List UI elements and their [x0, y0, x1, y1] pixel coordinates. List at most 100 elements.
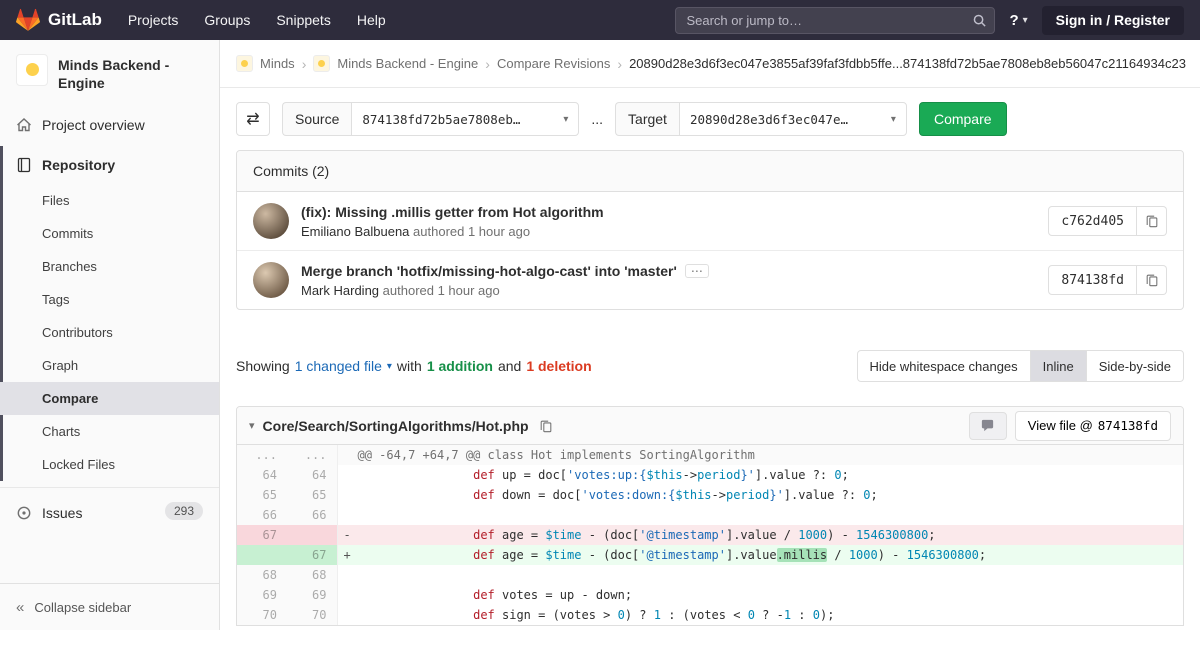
collapse-label: Collapse sidebar [34, 599, 132, 615]
code-token: def [473, 548, 495, 562]
commit-title-link[interactable]: Merge branch 'hotfix/missing-hot-algo-ca… [301, 263, 677, 279]
breadcrumb-group-link[interactable]: Minds [260, 56, 295, 71]
breadcrumb-project-link[interactable]: Minds Backend - Engine [337, 56, 478, 71]
search-icon[interactable] [972, 13, 987, 28]
old-line-number[interactable]: 66 [237, 505, 287, 525]
collapse-file-caret-icon[interactable]: ▾ [249, 419, 255, 432]
commit-author-avatar[interactable] [253, 262, 289, 298]
commit-row: (fix): Missing .millis getter from Hot a… [237, 192, 1183, 250]
compare-button[interactable]: Compare [918, 102, 1007, 136]
copy-sha-button[interactable] [1137, 265, 1167, 295]
code-token: .millis [776, 548, 828, 562]
new-line-number[interactable]: 65 [287, 485, 338, 505]
source-dropdown[interactable]: 874138fd72b5ae7808eb… ▾ [351, 102, 580, 136]
help-dropdown[interactable]: ? ▾ [1009, 12, 1027, 29]
copy-sha-button[interactable] [1137, 206, 1167, 236]
commit-author-link[interactable]: Mark Harding [301, 283, 379, 298]
hide-whitespace-button[interactable]: Hide whitespace changes [856, 350, 1031, 382]
old-line-number[interactable]: 70 [237, 605, 287, 625]
sidebar-item-contributors[interactable]: Contributors [0, 316, 219, 349]
changed-files-dropdown[interactable]: 1 changed file [295, 358, 382, 374]
sign-in-button[interactable]: Sign in / Register [1041, 5, 1184, 35]
gitlab-home-link[interactable]: GitLab [16, 8, 102, 32]
new-line-number[interactable] [287, 525, 338, 545]
sidebar-item-charts[interactable]: Charts [0, 415, 219, 448]
code-token: 1546300800 [856, 528, 929, 542]
inline-view-button[interactable]: Inline [1029, 350, 1087, 382]
old-line-number[interactable]: 69 [237, 585, 287, 605]
sidebar-item-compare[interactable]: Compare [0, 382, 219, 416]
view-file-sha: 874138fd [1097, 418, 1158, 433]
breadcrumb-commit-range: 20890d28e3d6f3ec047e3855af39faf3fdbb5ffe… [629, 56, 1186, 71]
code-token: $time [545, 528, 582, 542]
new-line-number[interactable]: ... [287, 445, 338, 465]
old-line-number[interactable]: 65 [237, 485, 287, 505]
sidebar-item-locked-files[interactable]: Locked Files [0, 448, 219, 481]
code-token: ) - [877, 548, 907, 562]
search-input[interactable] [675, 6, 996, 34]
expand-commit-message-button[interactable]: ⋯ [684, 263, 709, 278]
view-file-button[interactable]: View file @ 874138fd [1014, 410, 1171, 441]
commit-title-link[interactable]: (fix): Missing .millis getter from Hot a… [301, 204, 604, 220]
showing-label: Showing [236, 358, 290, 374]
code-token: votes = up - down; [494, 588, 633, 602]
nav-help[interactable]: Help [357, 12, 386, 28]
commit-author-link[interactable]: Emiliano Balbuena [301, 224, 409, 239]
old-line-number[interactable] [237, 545, 287, 565]
diff-line-content: def sign = (votes > 0) ? 1 : (votes < 0 … [337, 605, 1183, 625]
file-path[interactable]: Core/Search/SortingAlgorithms/Hot.php [263, 418, 529, 434]
nav-snippets[interactable]: Snippets [276, 12, 330, 28]
code-token: ) - [827, 528, 857, 542]
copy-file-path-button[interactable] [537, 417, 555, 435]
nav-groups[interactable]: Groups [204, 12, 250, 28]
sidebar-divider [0, 487, 219, 489]
collapse-sidebar-button[interactable]: « Collapse sidebar [0, 583, 219, 630]
sidebar-item-tags[interactable]: Tags [0, 283, 219, 316]
main-content: Minds › Minds Backend - Engine › Compare… [220, 40, 1200, 630]
project-context[interactable]: Minds Backend - Engine [0, 40, 219, 100]
sidebar-item-issues[interactable]: Issues 293 [0, 494, 219, 532]
swap-revisions-button[interactable]: ⇄ [236, 102, 270, 136]
new-line-number[interactable]: 66 [287, 505, 338, 525]
old-line-number[interactable]: 68 [237, 565, 287, 585]
collapse-icon: « [16, 598, 25, 616]
diff-line-ctx: 64 64 def up = doc['votes:up:{$this->peri… [237, 465, 1183, 485]
breadcrumb-page-link[interactable]: Compare Revisions [497, 56, 610, 71]
old-line-number[interactable]: 67 [237, 525, 287, 545]
sidebar-item-label: Issues [42, 505, 83, 522]
new-line-number[interactable]: 64 [287, 465, 338, 485]
commit-title-row: (fix): Missing .millis getter from Hot a… [301, 204, 1048, 220]
toggle-comments-button[interactable] [968, 411, 1007, 440]
side-by-side-view-button[interactable]: Side-by-side [1085, 350, 1184, 382]
diff-line-content [337, 505, 1183, 525]
new-line-number[interactable]: 70 [287, 605, 338, 625]
sidebar-item-project-overview[interactable]: Project overview [0, 106, 219, 144]
diff-sign: - [343, 528, 351, 542]
nav-projects[interactable]: Projects [128, 12, 179, 28]
sidebar-item-repository[interactable]: Repository [0, 146, 219, 184]
sidebar-item-files[interactable]: Files [0, 184, 219, 217]
new-line-number[interactable]: 69 [287, 585, 338, 605]
new-line-number[interactable]: 68 [287, 565, 338, 585]
copy-icon [1146, 215, 1157, 228]
sidebar-item-commits[interactable]: Commits [0, 217, 219, 250]
code-token: - (doc[ [581, 548, 640, 562]
top-navbar: GitLab Projects Groups Snippets Help ? ▾… [0, 0, 1200, 40]
new-line-number[interactable]: 67 [287, 545, 338, 565]
sidebar-item-graph[interactable]: Graph [0, 349, 219, 382]
commit-sha-button[interactable]: c762d405 [1048, 206, 1137, 236]
code-token: '@timestamp' [639, 528, 726, 542]
commit-authored-ago: authored 1 hour ago [413, 223, 531, 239]
commit-author-avatar[interactable] [253, 203, 289, 239]
chevron-down-icon[interactable]: ▾ [387, 361, 392, 372]
target-dropdown[interactable]: 20890d28e3d6f3ec047e… ▾ [678, 102, 907, 136]
code-token: ? - [754, 608, 784, 622]
commit-sha-button[interactable]: 874138fd [1048, 265, 1137, 295]
old-line-number[interactable]: ... [237, 445, 287, 465]
diff-table: ...... @@ -64,7 +64,7 @@ class Hot implem… [237, 445, 1183, 625]
code-token: 1 [653, 608, 661, 622]
sidebar-item-branches[interactable]: Branches [0, 250, 219, 283]
target-value: 20890d28e3d6f3ec047e… [689, 111, 848, 127]
code-token: -> [682, 468, 698, 482]
old-line-number[interactable]: 64 [237, 465, 287, 485]
